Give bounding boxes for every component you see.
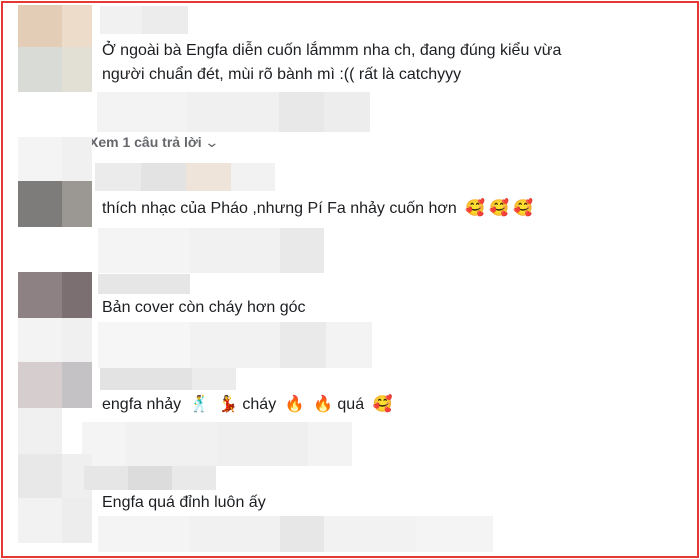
smiling-face-with-hearts-emoji: 🥰 [489, 200, 510, 217]
comment-text-body: thích nhạc của Pháo ,nhưng Pí Fa nhảy cu… [102, 200, 457, 217]
comment-text: thích nhạc của Pháo ,nhưng Pí Fa nhảy cu… [102, 198, 533, 220]
comment-text: Engfa quá đỉnh luôn ấy [102, 494, 266, 511]
fire-emoji: 🔥 [284, 396, 305, 413]
comment-text-part: engfa nhảy [102, 396, 182, 413]
man-dancing-emoji: 🕺 [189, 396, 210, 413]
smiling-face-with-hearts-emoji: 🥰 [513, 200, 533, 217]
view-replies-link[interactable]: Xem 1 câu trả lời ⌄ [89, 134, 220, 151]
comment-text-line-2: người chuẩn đét, mùi rõ bành mì :(( rất … [102, 66, 462, 83]
comment-text-line-1: Ở ngoài bà Engfa diễn cuốn lắmmm nha ch,… [102, 42, 562, 59]
comment-text-part: cháy [242, 396, 277, 413]
chevron-down-icon: ⌄ [203, 134, 220, 150]
comment-text-part: quá [337, 396, 365, 413]
woman-dancing-emoji: 💃 [218, 396, 238, 413]
smiling-face-with-hearts-emoji: 🥰 [372, 396, 393, 413]
smiling-face-with-hearts-emoji: 🥰 [465, 200, 486, 217]
view-replies-label: Xem 1 câu trả lời [89, 134, 202, 150]
fire-emoji: 🔥 [313, 396, 333, 413]
comment-text: engfa nhảy 🕺 💃 cháy 🔥 🔥 quá 🥰 [102, 394, 392, 416]
comment-text: Bản cover còn cháy hơn góc [102, 299, 306, 316]
